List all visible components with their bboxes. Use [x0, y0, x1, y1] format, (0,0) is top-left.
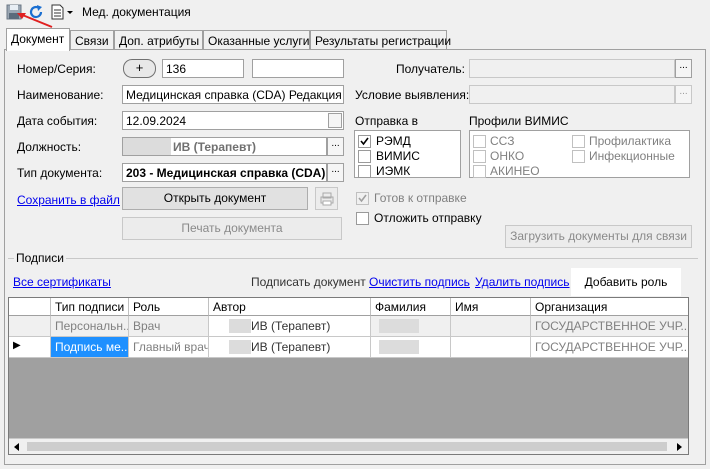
doctype-field[interactable]: 203 - Медицинская справка (CDA)	[122, 163, 327, 182]
check-icon	[360, 137, 369, 146]
doctype-select-button[interactable]: ...	[327, 163, 344, 182]
iemk-checkbox[interactable]	[358, 165, 371, 178]
recipient-label: Получатель:	[396, 62, 465, 76]
table-cell-author[interactable]: ИВ (Терапевт)	[209, 316, 371, 337]
column-header[interactable]: Тип подписи	[51, 298, 129, 316]
tab-extra-attributes[interactable]: Доп. атрибуты	[114, 30, 203, 50]
redacted-block	[229, 340, 251, 354]
column-header[interactable]: Автор	[209, 298, 371, 316]
recipient-select-button[interactable]: ...	[675, 59, 692, 78]
date-label: Дата события:	[17, 114, 98, 128]
redacted-block	[379, 319, 419, 333]
signatures-title: Подписи	[14, 251, 66, 265]
table-cell-author[interactable]: ИВ (Терапевт)	[209, 337, 371, 358]
table-cell[interactable]: ГОСУДАРСТВЕННОЕ УЧР...	[531, 337, 688, 358]
add-role-button[interactable]: Добавить роль	[571, 268, 681, 296]
sending-title: Отправка в	[355, 114, 418, 128]
column-header[interactable]: Фамилия	[371, 298, 451, 316]
printer-icon	[320, 192, 334, 206]
recipient-field[interactable]	[469, 59, 675, 78]
name-label: Наименование:	[17, 88, 104, 102]
window-title: Мед. документация	[82, 5, 191, 19]
redacted-block	[123, 138, 171, 155]
vimis-checkbox[interactable]	[358, 150, 371, 163]
tab-registration-results[interactable]: Результаты регистрации	[310, 30, 451, 50]
akineo-checkbox[interactable]	[473, 165, 486, 178]
open-document-button[interactable]: Открыть документ	[122, 187, 308, 210]
tab-links[interactable]: Связи	[70, 30, 114, 50]
save-to-file-link[interactable]: Сохранить в файл	[17, 193, 120, 207]
check-icon	[358, 194, 367, 203]
scrollbar-thumb[interactable]	[27, 442, 667, 451]
scroll-left-icon[interactable]	[12, 442, 22, 452]
table-cell[interactable]: Персональн...	[51, 316, 129, 337]
infectious-label: Инфекционные	[589, 149, 675, 163]
current-row-marker[interactable]: ▶	[9, 337, 51, 358]
pointer-arrow-icon	[17, 13, 53, 28]
remd-label: РЭМД	[376, 134, 411, 148]
position-select-button[interactable]: ...	[327, 137, 344, 156]
title-bar: Мед. документация	[0, 0, 710, 28]
all-certificates-link[interactable]: Все сертификаты	[13, 275, 111, 289]
column-header[interactable]: Имя	[451, 298, 531, 316]
onko-checkbox[interactable]	[473, 150, 486, 163]
postpone-checkbox[interactable]	[356, 212, 369, 225]
ssz-label: ССЗ	[490, 134, 515, 148]
add-number-button[interactable]: +	[123, 59, 156, 78]
redacted-block	[379, 340, 419, 354]
table-cell[interactable]	[451, 337, 531, 358]
tab-document[interactable]: Документ	[6, 28, 70, 51]
table-cell[interactable]: Врач	[129, 316, 209, 337]
row-header[interactable]	[9, 316, 51, 337]
vimis-label: ВИМИС	[376, 149, 420, 163]
table-cell-selected[interactable]: Подпись ме...	[51, 337, 129, 358]
number-field[interactable]: 136	[162, 59, 244, 78]
date-field[interactable]: 12.09.2024	[122, 111, 344, 130]
table-cell[interactable]: Главный врач	[129, 337, 209, 358]
prophylaxis-checkbox[interactable]	[572, 135, 585, 148]
signatures-divider	[8, 258, 698, 259]
infectious-checkbox[interactable]	[572, 150, 585, 163]
table-cell[interactable]	[371, 337, 451, 358]
tab-services[interactable]: Оказанные услуги	[203, 30, 310, 50]
ready-checkbox[interactable]	[356, 192, 369, 205]
table-cell[interactable]: ГОСУДАРСТВЕННОЕ УЧР...	[531, 316, 688, 337]
condition-label: Условие выявления:	[355, 88, 470, 102]
prophylaxis-label: Профилактика	[589, 134, 671, 148]
ssz-checkbox[interactable]	[473, 135, 486, 148]
onko-label: ОНКО	[490, 149, 525, 163]
sign-document-button[interactable]: Подписать документ	[251, 275, 366, 289]
scroll-right-icon[interactable]	[674, 442, 684, 452]
load-documents-button[interactable]: Загрузить документы для связи	[505, 225, 692, 248]
horizontal-scrollbar[interactable]	[9, 438, 688, 454]
column-header[interactable]: Роль	[129, 298, 209, 316]
print-preview-button[interactable]	[315, 187, 338, 210]
chevron-down-icon[interactable]	[66, 4, 74, 20]
remd-checkbox[interactable]	[358, 135, 371, 148]
table-cell[interactable]	[451, 316, 531, 337]
clear-signature-link[interactable]: Очистить подпись	[369, 275, 470, 289]
column-header[interactable]: Организация	[531, 298, 688, 316]
ready-label: Готов к отправке	[374, 191, 467, 205]
name-field[interactable]: Медицинская справка (CDA) Редакция 1	[122, 85, 344, 104]
condition-select-button[interactable]: ...	[675, 85, 692, 104]
profiles-title: Профили ВИМИС	[469, 114, 569, 128]
iemk-label: ИЭМК	[376, 164, 411, 178]
calendar-button[interactable]	[328, 113, 342, 128]
series-field[interactable]	[252, 59, 344, 78]
row-header-column	[9, 298, 51, 316]
akineo-label: АКИНЕО	[490, 164, 540, 178]
table-cell[interactable]	[371, 316, 451, 337]
delete-signature-link[interactable]: Удалить подпись	[475, 275, 570, 289]
doctype-label: Тип документа:	[17, 166, 103, 180]
condition-field[interactable]	[469, 85, 675, 104]
number-label: Номер/Серия:	[17, 62, 96, 76]
position-label: Должность:	[17, 140, 82, 154]
postpone-label: Отложить отправку	[374, 211, 482, 225]
signatures-table[interactable]: Тип подписи Роль Автор Фамилия Имя Орган…	[8, 297, 689, 455]
position-field[interactable]: ИВ (Терапевт)	[122, 137, 327, 156]
redacted-block	[229, 319, 251, 333]
print-document-button[interactable]: Печать документа	[122, 217, 342, 240]
